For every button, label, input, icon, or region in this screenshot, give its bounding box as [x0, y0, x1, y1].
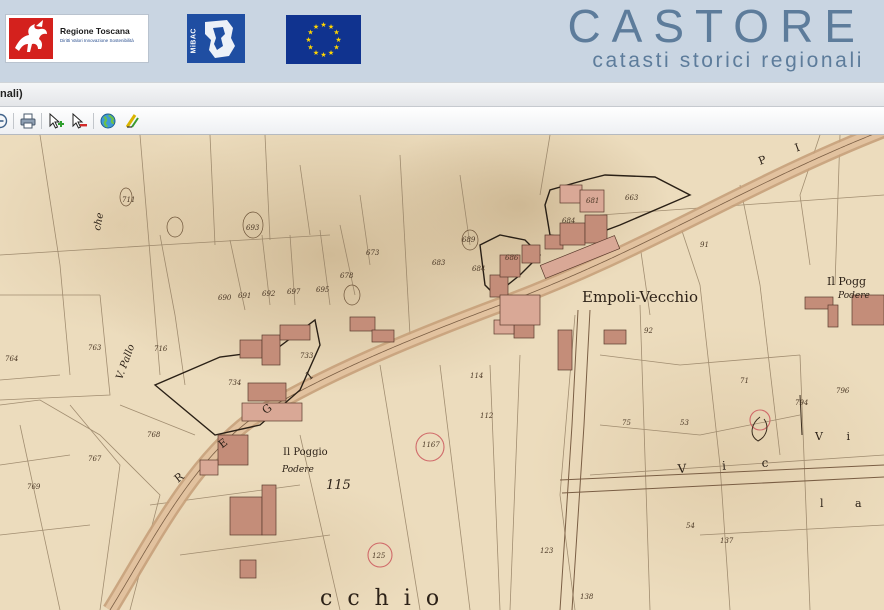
parcel-number: 138 — [580, 593, 594, 601]
parcel-number: 663 — [625, 194, 639, 202]
il-poggio-label-2: Il Poggio — [283, 447, 328, 458]
window-title: nali) — [0, 88, 23, 100]
svg-text:★: ★ — [320, 21, 326, 29]
cadastral-map-canvas[interactable]: 693 690 691 692 697 695 683 689 684 686 … — [0, 135, 884, 610]
svg-text:★: ★ — [305, 36, 311, 44]
parcel-number: 689 — [462, 236, 476, 244]
parcel-115-label: 115 — [326, 478, 351, 493]
svg-text:★: ★ — [328, 49, 334, 57]
parcel-number: 690 — [218, 294, 232, 302]
parcel-number: 137 — [720, 537, 734, 545]
parcel-number: 763 — [88, 344, 102, 352]
parcel-number: 794 — [795, 399, 808, 407]
parcel-number: 75 — [622, 419, 631, 427]
map-toolbar — [0, 107, 884, 135]
parcel-number: 711 — [122, 196, 135, 204]
brand-subtitle: catasti storici regionali — [592, 49, 864, 72]
parcel-number: 734 — [228, 379, 241, 387]
parcel-number: 53 — [680, 419, 689, 427]
parcel-number: 92 — [644, 327, 653, 335]
parcel-number: 678 — [340, 272, 354, 280]
brand-title: CASTORE — [567, 0, 866, 52]
regione-toscana-logo[interactable]: Regione Toscana Diritti Valori Innovazio… — [5, 14, 149, 63]
mibac-label: MiBAC — [190, 28, 198, 54]
road-right-label: V i — [814, 430, 860, 443]
eu-stars-icon: ★ ★ ★ ★ ★ ★ ★ ★ ★ ★ ★ ★ — [305, 21, 341, 59]
regione-toscana-subtitle: Diritti Valori Innovazione Sostenibilità — [60, 38, 134, 43]
parcel-number: 123 — [540, 547, 554, 555]
parcel-number: 54 — [686, 522, 695, 530]
svg-text:★: ★ — [313, 23, 319, 31]
road-right-label-2: l a — [820, 497, 876, 510]
podere-label-2: Podere — [281, 465, 314, 475]
parcel-number: 733 — [300, 352, 314, 360]
parcel-number: 1167 — [422, 441, 440, 449]
parcel-number: 684 — [562, 217, 575, 225]
svg-text:★: ★ — [313, 49, 319, 57]
globe-icon[interactable] — [99, 112, 117, 130]
toolbar-separator — [93, 113, 94, 129]
pegasus-icon — [9, 18, 53, 59]
parcel-number: 692 — [262, 290, 276, 298]
toolbar-separator — [13, 113, 14, 129]
podere-label: Podere — [837, 291, 870, 301]
parcel-number: 769 — [27, 483, 41, 491]
parcel-number: 114 — [470, 372, 483, 380]
parcel-number: 767 — [88, 455, 102, 463]
regione-toscana-title: Regione Toscana — [60, 26, 130, 36]
cadastral-map[interactable]: 693 690 691 692 697 695 683 689 684 686 … — [0, 135, 884, 610]
toolbar-separator — [41, 113, 42, 129]
parcel-number: 697 — [287, 288, 301, 296]
parcel-number: 112 — [480, 412, 494, 420]
remove-selection-icon[interactable] — [70, 112, 88, 130]
parcel-number: 91 — [700, 241, 709, 249]
parcel-number: 691 — [238, 292, 251, 300]
parcel-number: 764 — [5, 355, 18, 363]
parcel-number: 71 — [740, 377, 749, 385]
window-title-bar: nali) — [0, 82, 884, 107]
svg-text:★: ★ — [320, 51, 326, 59]
parcel-number: 125 — [372, 552, 386, 560]
parcel-number: 768 — [147, 431, 161, 439]
mibac-logo[interactable]: MiBAC — [187, 14, 245, 63]
svg-text:★: ★ — [307, 44, 313, 52]
parcel-number: 796 — [836, 387, 850, 395]
parcel-number: 693 — [246, 224, 260, 232]
header-banner: Regione Toscana Diritti Valori Innovazio… — [0, 0, 884, 82]
parcel-number: 681 — [586, 197, 599, 205]
european-union-flag[interactable]: ★ ★ ★ ★ ★ ★ ★ ★ ★ ★ ★ ★ — [286, 15, 361, 64]
checchio-label: c c h i o — [320, 586, 443, 610]
parcel-number: 683 — [432, 259, 446, 267]
print-icon[interactable] — [19, 112, 37, 130]
parcel-number: 695 — [316, 286, 330, 294]
empoli-vecchio-label: Empoli-Vecchio — [582, 288, 698, 306]
measure-icon[interactable] — [123, 112, 141, 130]
parcel-number: 673 — [366, 249, 380, 257]
parcel-number: 684 — [472, 265, 485, 273]
zoom-out-icon[interactable] — [0, 112, 9, 130]
svg-text:★: ★ — [333, 44, 339, 52]
parcel-number: 686 — [505, 254, 519, 262]
parcel-number: 716 — [154, 345, 168, 353]
add-selection-icon[interactable] — [47, 112, 65, 130]
il-poggio-label: Il Pogg — [827, 275, 866, 288]
